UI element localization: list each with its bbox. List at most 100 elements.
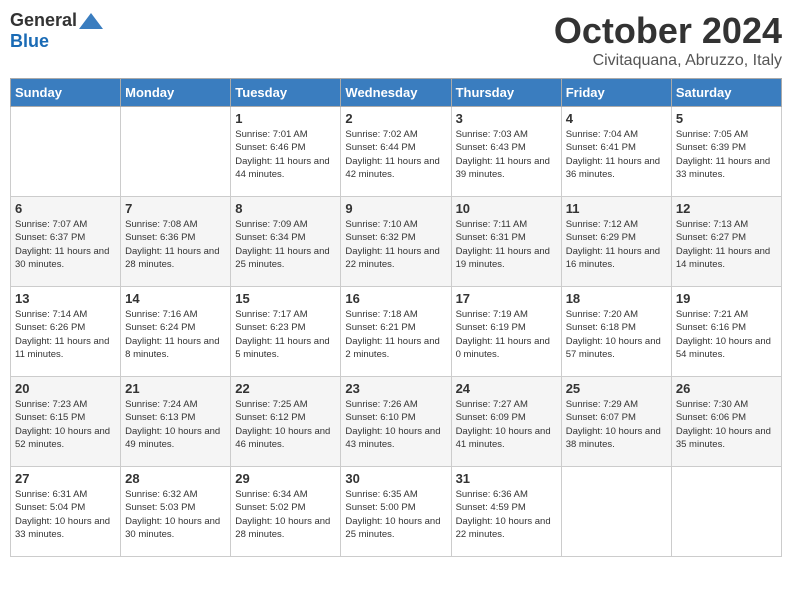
calendar-cell: 21Sunrise: 7:24 AM Sunset: 6:13 PM Dayli… (121, 377, 231, 467)
day-number: 10 (456, 201, 557, 216)
day-info: Sunrise: 7:12 AM Sunset: 6:29 PM Dayligh… (566, 218, 667, 271)
calendar-cell: 17 Sunrise: 7:19 AM Sunset: 6:19 PM Dayli… (451, 287, 561, 377)
day-info: Sunrise: 7:27 AM Sunset: 6:09 PM Dayligh… (456, 398, 557, 451)
day-info: Sunrise: 7:18 AM Sunset: 6:21 PM Dayligh… (345, 308, 446, 361)
day-info: Sunrise: 7:08 AM Sunset: 6:36 PM Dayligh… (125, 218, 226, 271)
day-number: 16 (345, 291, 446, 306)
calendar-cell: 20 Sunrise: 7:23 AM Sunset: 6:15 PM Dayli… (11, 377, 121, 467)
day-number: 15 (235, 291, 336, 306)
calendar-cell: 11 Sunrise: 7:12 AM Sunset: 6:29 PM Dayli… (561, 197, 671, 287)
logo-blue-text: Blue (10, 31, 49, 52)
logo-general-text: General (10, 10, 77, 31)
day-number: 14 (125, 291, 226, 306)
logo: General Blue (10, 10, 103, 52)
day-number: 27 (15, 471, 116, 486)
day-number: 30 (345, 471, 446, 486)
day-number: 20 (15, 381, 116, 396)
day-number: 4 (566, 111, 667, 126)
calendar-cell: 30 Sunrise: 6:35 AM Sunset: 5:00 PM Dayli… (341, 467, 451, 557)
day-info: Sunrise: 7:23 AM Sunset: 6:15 PM Dayligh… (15, 398, 116, 451)
calendar-cell: 2 Sunrise: 7:02 AM Sunset: 6:44 PM Daylig… (341, 107, 451, 197)
day-number: 19 (676, 291, 777, 306)
calendar-cell: 10 Sunrise: 7:11 AM Sunset: 6:31 PM Dayli… (451, 197, 561, 287)
day-info: Sunrise: 6:32 AM Sunset: 5:03 PM Dayligh… (125, 488, 226, 541)
day-info: Sunrise: 7:01 AM Sunset: 6:46 PM Dayligh… (235, 128, 336, 181)
calendar-cell: 27 Sunrise: 6:31 AM Sunset: 5:04 PM Dayli… (11, 467, 121, 557)
day-info: Sunrise: 7:26 AM Sunset: 6:10 PM Dayligh… (345, 398, 446, 451)
calendar-cell: 31 Sunrise: 6:36 AM Sunset: 4:59 PM Dayli… (451, 467, 561, 557)
page-header: General Blue October 2024 Civitaquana, A… (10, 10, 782, 70)
day-number: 26 (676, 381, 777, 396)
calendar-cell: 13 Sunrise: 7:14 AM Sunset: 6:26 PM Dayli… (11, 287, 121, 377)
day-info: Sunrise: 6:35 AM Sunset: 5:00 PM Dayligh… (345, 488, 446, 541)
day-info: Sunrise: 7:21 AM Sunset: 6:16 PM Dayligh… (676, 308, 777, 361)
calendar-cell: 15 Sunrise: 7:17 AM Sunset: 6:23 PM Dayli… (231, 287, 341, 377)
day-of-week-header: Wednesday (341, 79, 451, 107)
day-info: Sunrise: 7:09 AM Sunset: 6:34 PM Dayligh… (235, 218, 336, 271)
calendar-cell (121, 107, 231, 197)
day-info: Sunrise: 7:30 AM Sunset: 6:06 PM Dayligh… (676, 398, 777, 451)
calendar-cell: 6 Sunrise: 7:07 AM Sunset: 6:37 PM Daylig… (11, 197, 121, 287)
day-number: 1 (235, 111, 336, 126)
day-number: 18 (566, 291, 667, 306)
day-number: 6 (15, 201, 116, 216)
day-info: Sunrise: 7:17 AM Sunset: 6:23 PM Dayligh… (235, 308, 336, 361)
day-number: 23 (345, 381, 446, 396)
location: Civitaquana, Abruzzo, Italy (554, 52, 782, 70)
calendar-cell: 19 Sunrise: 7:21 AM Sunset: 6:16 PM Dayli… (671, 287, 781, 377)
calendar-cell (561, 467, 671, 557)
day-of-week-header: Tuesday (231, 79, 341, 107)
logo-icon (79, 13, 103, 29)
calendar-cell: 16 Sunrise: 7:18 AM Sunset: 6:21 PM Dayli… (341, 287, 451, 377)
day-info: Sunrise: 6:34 AM Sunset: 5:02 PM Dayligh… (235, 488, 336, 541)
month-title: October 2024 (554, 10, 782, 52)
day-number: 12 (676, 201, 777, 216)
day-info: Sunrise: 7:03 AM Sunset: 6:43 PM Dayligh… (456, 128, 557, 181)
day-info: Sunrise: 7:10 AM Sunset: 6:32 PM Dayligh… (345, 218, 446, 271)
day-info: Sunrise: 7:25 AM Sunset: 6:12 PM Dayligh… (235, 398, 336, 451)
day-number: 31 (456, 471, 557, 486)
day-info: Sunrise: 7:16 AM Sunset: 6:24 PM Dayligh… (125, 308, 226, 361)
calendar-cell: 14 Sunrise: 7:16 AM Sunset: 6:24 PM Dayli… (121, 287, 231, 377)
day-number: 13 (15, 291, 116, 306)
day-number: 9 (345, 201, 446, 216)
day-number: 5 (676, 111, 777, 126)
day-info: Sunrise: 7:19 AM Sunset: 6:19 PM Dayligh… (456, 308, 557, 361)
day-number: 8 (235, 201, 336, 216)
calendar-cell: 8 Sunrise: 7:09 AM Sunset: 6:34 PM Daylig… (231, 197, 341, 287)
calendar-cell: 24 Sunrise: 7:27 AM Sunset: 6:09 PM Dayli… (451, 377, 561, 467)
day-number: 25 (566, 381, 667, 396)
day-of-week-header: Thursday (451, 79, 561, 107)
day-number: 3 (456, 111, 557, 126)
calendar-table: SundayMondayTuesdayWednesdayThursdayFrid… (10, 78, 782, 557)
day-info: Sunrise: 6:31 AM Sunset: 5:04 PM Dayligh… (15, 488, 116, 541)
day-info: Sunrise: 6:36 AM Sunset: 4:59 PM Dayligh… (456, 488, 557, 541)
day-info: Sunrise: 7:20 AM Sunset: 6:18 PM Dayligh… (566, 308, 667, 361)
calendar-cell: 5Sunrise: 7:05 AM Sunset: 6:39 PM Daylig… (671, 107, 781, 197)
calendar-cell (11, 107, 121, 197)
day-info: Sunrise: 7:07 AM Sunset: 6:37 PM Dayligh… (15, 218, 116, 271)
day-info: Sunrise: 7:11 AM Sunset: 6:31 PM Dayligh… (456, 218, 557, 271)
day-of-week-header: Saturday (671, 79, 781, 107)
calendar-cell: 25 Sunrise: 7:29 AM Sunset: 6:07 PM Dayli… (561, 377, 671, 467)
day-number: 28 (125, 471, 226, 486)
calendar-cell: 29Sunrise: 6:34 AM Sunset: 5:02 PM Dayli… (231, 467, 341, 557)
calendar-cell: 28 Sunrise: 6:32 AM Sunset: 5:03 PM Dayli… (121, 467, 231, 557)
day-number: 7 (125, 201, 226, 216)
calendar-cell: 9 Sunrise: 7:10 AM Sunset: 6:32 PM Daylig… (341, 197, 451, 287)
calendar-cell: 18 Sunrise: 7:20 AM Sunset: 6:18 PM Dayli… (561, 287, 671, 377)
day-of-week-header: Friday (561, 79, 671, 107)
day-number: 2 (345, 111, 446, 126)
day-info: Sunrise: 7:13 AM Sunset: 6:27 PM Dayligh… (676, 218, 777, 271)
day-number: 24 (456, 381, 557, 396)
calendar-cell: 3 Sunrise: 7:03 AM Sunset: 6:43 PM Daylig… (451, 107, 561, 197)
day-number: 17 (456, 291, 557, 306)
day-info: Sunrise: 7:02 AM Sunset: 6:44 PM Dayligh… (345, 128, 446, 181)
calendar-cell: 7 Sunrise: 7:08 AM Sunset: 6:36 PM Daylig… (121, 197, 231, 287)
day-number: 22 (235, 381, 336, 396)
day-info: Sunrise: 7:29 AM Sunset: 6:07 PM Dayligh… (566, 398, 667, 451)
day-info: Sunrise: 7:04 AM Sunset: 6:41 PM Dayligh… (566, 128, 667, 181)
day-info: Sunrise: 7:14 AM Sunset: 6:26 PM Dayligh… (15, 308, 116, 361)
calendar-cell: 1 Sunrise: 7:01 AM Sunset: 6:46 PM Daylig… (231, 107, 341, 197)
day-number: 11 (566, 201, 667, 216)
